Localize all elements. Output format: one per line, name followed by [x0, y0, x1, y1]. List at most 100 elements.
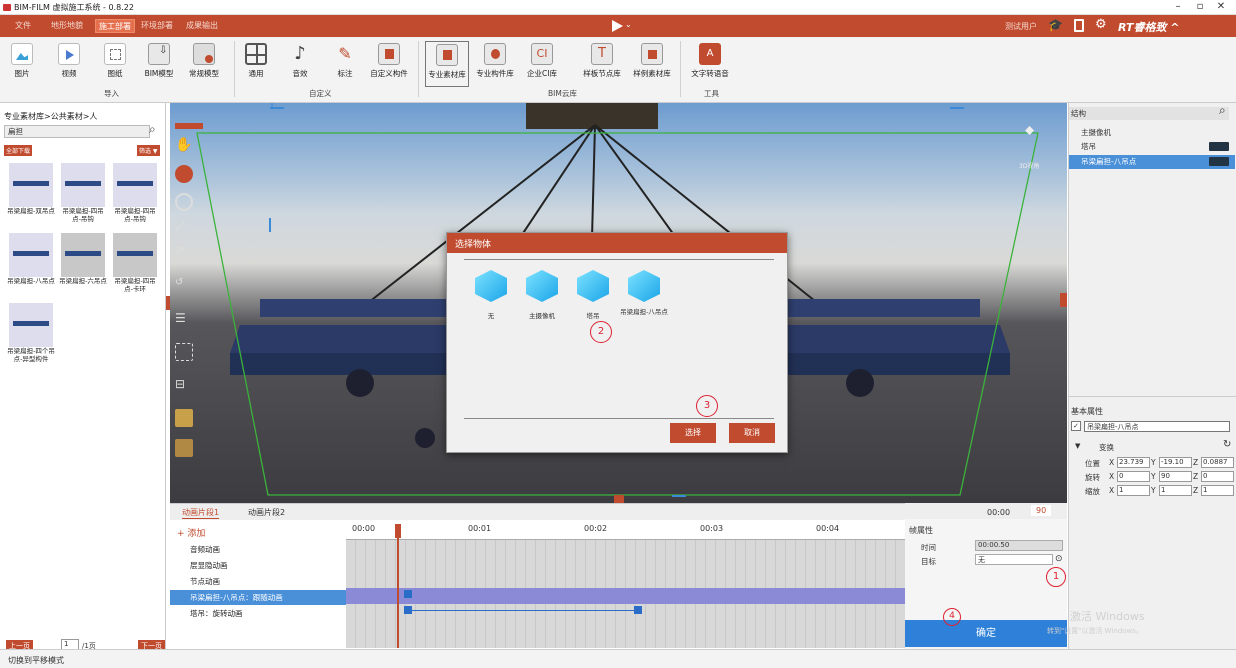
view-cube-icon[interactable]: ⬥ [1025, 123, 1045, 145]
user-name[interactable]: 测试用户 [1005, 21, 1037, 32]
scale-z-input[interactable]: 1 [1201, 485, 1234, 496]
sound-effect-button[interactable]: ♪ 音效 [278, 43, 322, 79]
move-icon[interactable] [175, 165, 193, 183]
scale-x-input[interactable]: 1 [1117, 485, 1150, 496]
menu-tab-file[interactable]: 文件 [12, 19, 34, 33]
pos-z-input[interactable]: 0.0887 [1201, 457, 1234, 468]
lock-visibility-icon[interactable] [1209, 142, 1229, 151]
keyframe-start[interactable] [404, 606, 412, 614]
orbit-icon[interactable]: ↺ [175, 277, 193, 295]
search-icon[interactable]: ⌕ [1219, 103, 1226, 118]
object-name-input[interactable]: 吊梁扁担-八吊点 [1084, 421, 1230, 432]
tab-clip-2[interactable]: 动画片段2 [248, 507, 285, 518]
viewport-toolbar-toggle[interactable] [175, 123, 203, 129]
track-row[interactable]: 塔吊：旋转动画 [170, 606, 346, 621]
pos-x-input[interactable]: 23.739 [1117, 457, 1150, 468]
visible-checkbox[interactable]: ✓ [1071, 421, 1081, 431]
professional-component-button[interactable]: 专业构件库 [473, 43, 517, 79]
annotation-marker-3: 3 [696, 395, 718, 417]
rot-x-input[interactable]: 0 [1117, 471, 1150, 482]
cancel-button[interactable]: 取消 [729, 423, 775, 443]
tree-item-main-camera[interactable]: 主摄像机 [1081, 127, 1111, 138]
track-row[interactable]: 层显隐动画 [170, 558, 346, 573]
select-box-icon[interactable] [175, 343, 193, 361]
keyframe-follow[interactable] [404, 590, 412, 598]
document-icon[interactable] [1074, 19, 1084, 32]
search-icon[interactable]: ⌕ [149, 122, 156, 137]
collapse-bottom-icon[interactable] [614, 495, 624, 503]
track-row[interactable]: 吊梁扁担-八吊点：跟随动画 [170, 590, 346, 605]
select-object-dialog: 选择物体 无 主摄像机 塔吊 吊梁扁担-八吊点 2 3 选择 取消 [446, 232, 788, 453]
image-button[interactable]: 图片 [0, 43, 44, 79]
brand-logo[interactable]: RT睿格致 ^ [1118, 19, 1180, 35]
play-icon[interactable] [612, 20, 623, 32]
rotate-icon[interactable] [175, 193, 193, 211]
material-item[interactable]: 吊梁扁担-四个吊点-异型构件 [6, 303, 56, 363]
drawing-button[interactable]: 图纸 [93, 43, 137, 79]
video-button[interactable]: 视频 [47, 43, 91, 79]
text-to-speech-button[interactable]: A 文字转语音 [688, 43, 732, 79]
structure-search-input[interactable]: 结构 [1069, 107, 1229, 120]
maximize-button[interactable]: ▫ [1193, 1, 1207, 12]
material-item[interactable]: 吊梁扁担-六吊点 [58, 233, 108, 285]
select-button[interactable]: 选择 [670, 423, 716, 443]
align-icon[interactable]: ⊟ [175, 377, 193, 395]
object-item-main-camera[interactable]: 主摄像机 [522, 270, 562, 320]
material-item[interactable]: 吊梁扁担-四吊点-吊钩 [110, 163, 160, 223]
scale-y-input[interactable]: 1 [1159, 485, 1192, 496]
confirm-button[interactable]: 确定 [905, 620, 1067, 647]
custom-component-button[interactable]: 自定义构件 [367, 43, 411, 79]
material-item[interactable]: 吊梁扁担-四吊点-卡环 [110, 233, 160, 293]
lock-visibility-icon[interactable] [1209, 157, 1229, 166]
material-item[interactable]: 吊梁扁担-四吊点-吊钩 [58, 163, 108, 223]
hand-pan-icon[interactable]: ✋ [175, 137, 193, 155]
general-button[interactable]: 通用 [234, 43, 278, 79]
zoom-extent-icon[interactable]: ⤢ [175, 219, 193, 237]
download-all-button[interactable]: 全部下载 [4, 145, 33, 156]
playhead-handle[interactable] [395, 524, 401, 538]
material-item[interactable]: 吊梁扁担-双吊点 [6, 163, 56, 215]
graduation-cap-icon[interactable]: 🎓 [1048, 18, 1063, 32]
scale-icon[interactable]: ↗ [175, 243, 193, 261]
track-row[interactable]: 音频动画 [170, 542, 346, 557]
divider [1069, 396, 1236, 397]
target-picker-icon[interactable]: ⊙ [1055, 554, 1063, 564]
professional-material-button[interactable]: 专业素材库 [425, 41, 469, 87]
rot-z-input[interactable]: 0 [1201, 471, 1234, 482]
frame-rate-input[interactable]: 90 [1031, 505, 1052, 516]
rot-y-input[interactable]: 90 [1159, 471, 1192, 482]
object-item-none[interactable]: 无 [471, 270, 511, 320]
target-input[interactable]: 无 [975, 554, 1053, 565]
gear-icon[interactable]: ⚙ [1095, 17, 1107, 32]
menu-tab-construction[interactable]: 施工部署 [95, 19, 135, 33]
play-dropdown-icon[interactable]: ⌄ [625, 20, 632, 29]
annotation-button[interactable]: ✎ 标注 [323, 43, 367, 79]
keyframe-end[interactable] [634, 606, 642, 614]
texture-icon[interactable] [175, 439, 193, 457]
minimize-button[interactable]: – [1171, 1, 1185, 12]
close-button[interactable]: ✕ [1214, 1, 1228, 12]
material-search-input[interactable]: 扁担 [4, 125, 150, 138]
track-row[interactable]: 节点动画 [170, 574, 346, 589]
list-icon[interactable]: ☰ [175, 311, 193, 329]
regular-model-button[interactable]: 常规模型 [182, 43, 226, 79]
menu-tab-environment[interactable]: 环境部署 [138, 19, 176, 33]
pos-y-input[interactable]: -19.10 [1159, 457, 1192, 468]
collapse-right-icon[interactable] [1060, 293, 1067, 307]
object-item-tower-crane[interactable]: 塔吊 [573, 270, 613, 320]
collapse-transform-icon[interactable]: ▼ [1075, 442, 1080, 450]
layer-icon[interactable] [175, 409, 193, 427]
enterprise-ci-button[interactable]: CI 企业CI库 [520, 43, 564, 79]
add-track-button[interactable]: + 添加 [177, 526, 205, 539]
sample-material-button[interactable]: 样例素材库 [630, 43, 674, 79]
bim-model-button[interactable]: ⇩ BIM模型 [137, 43, 181, 79]
filter-button[interactable]: 筛选 ▼ [137, 145, 160, 156]
menu-tab-output[interactable]: 成果输出 [183, 19, 221, 33]
menu-tab-terrain[interactable]: 地形地貌 [48, 19, 86, 33]
material-item[interactable]: 吊梁扁担-八吊点 [6, 233, 56, 285]
tab-clip-1[interactable]: 动画片段1 [182, 507, 220, 519]
reset-icon[interactable]: ↻ [1223, 439, 1231, 450]
time-input[interactable]: 00:00.50 [975, 540, 1063, 551]
template-node-button[interactable]: T 样板节点库 [580, 43, 624, 79]
object-item-spreader[interactable]: 吊梁扁担-八吊点 [619, 270, 669, 316]
